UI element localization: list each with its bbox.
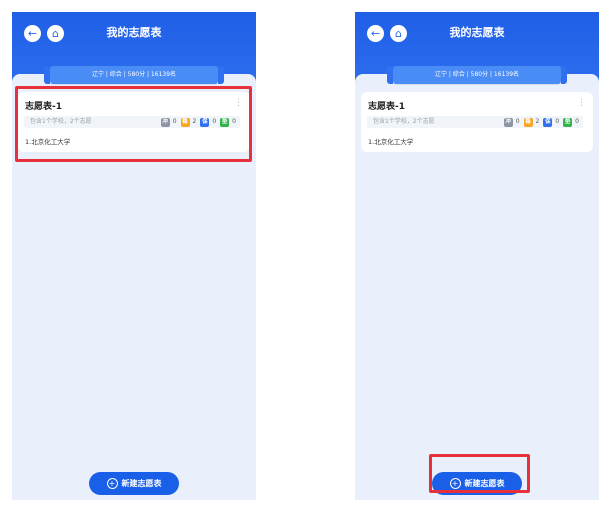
new-plan-button[interactable]: + 新建志愿表 — [89, 472, 179, 495]
tag-dian-count: 0 — [575, 118, 579, 125]
tag-bao-count: 0 — [555, 118, 560, 125]
content-area: 志愿表-1 ⋮ 包含1个学校，2个志愿 冲 0 稳 2 保 0 垫 0 1.北京… — [355, 74, 599, 500]
profile-info-text: 辽宁 | 综合 | 580分 | 16139名 — [91, 71, 177, 78]
tag-bao-icon: 保 — [543, 117, 553, 127]
highlight-box-new-button — [429, 454, 530, 493]
profile-ribbon: 辽宁 | 综合 | 580分 | 16139名 — [387, 66, 567, 84]
phone-screen-right: ← ⌂ 我的志愿表 志愿表-1 ⋮ 包含1个学校，2个志愿 冲 0 稳 2 保 … — [355, 12, 599, 500]
tag-chong-count: 0 — [515, 118, 520, 125]
highlight-box-card — [15, 86, 252, 162]
page-title: 我的志愿表 — [449, 26, 505, 39]
plan-tags: 冲 0 稳 2 保 0 垫 0 — [503, 117, 579, 127]
new-plan-label: 新建志愿表 — [121, 479, 162, 488]
tag-wen-icon: 稳 — [523, 117, 533, 127]
plan-card-title: 志愿表-1 — [368, 102, 405, 112]
tag-wen-count: 2 — [535, 118, 540, 125]
page-title: 我的志愿表 — [106, 26, 162, 39]
tag-chong-icon: 冲 — [503, 117, 513, 127]
profile-ribbon: 辽宁 | 综合 | 580分 | 16139名 — [44, 66, 224, 84]
plan-card[interactable]: 志愿表-1 ⋮ 包含1个学校，2个志愿 冲 0 稳 2 保 0 垫 0 1.北京… — [361, 92, 593, 152]
profile-info-text: 辽宁 | 综合 | 580分 | 16139名 — [434, 71, 520, 78]
tag-dian-icon: 垫 — [563, 117, 573, 127]
plan-summary-bar: 包含1个学校，2个志愿 冲 0 稳 2 保 0 垫 0 — [367, 116, 583, 128]
plus-circle-icon: + — [106, 478, 118, 489]
school-item: 1.北京化工大学 — [368, 138, 414, 146]
plan-summary-text: 包含1个学校，2个志愿 — [373, 118, 435, 125]
more-options-icon[interactable]: ⋮ — [577, 98, 586, 108]
